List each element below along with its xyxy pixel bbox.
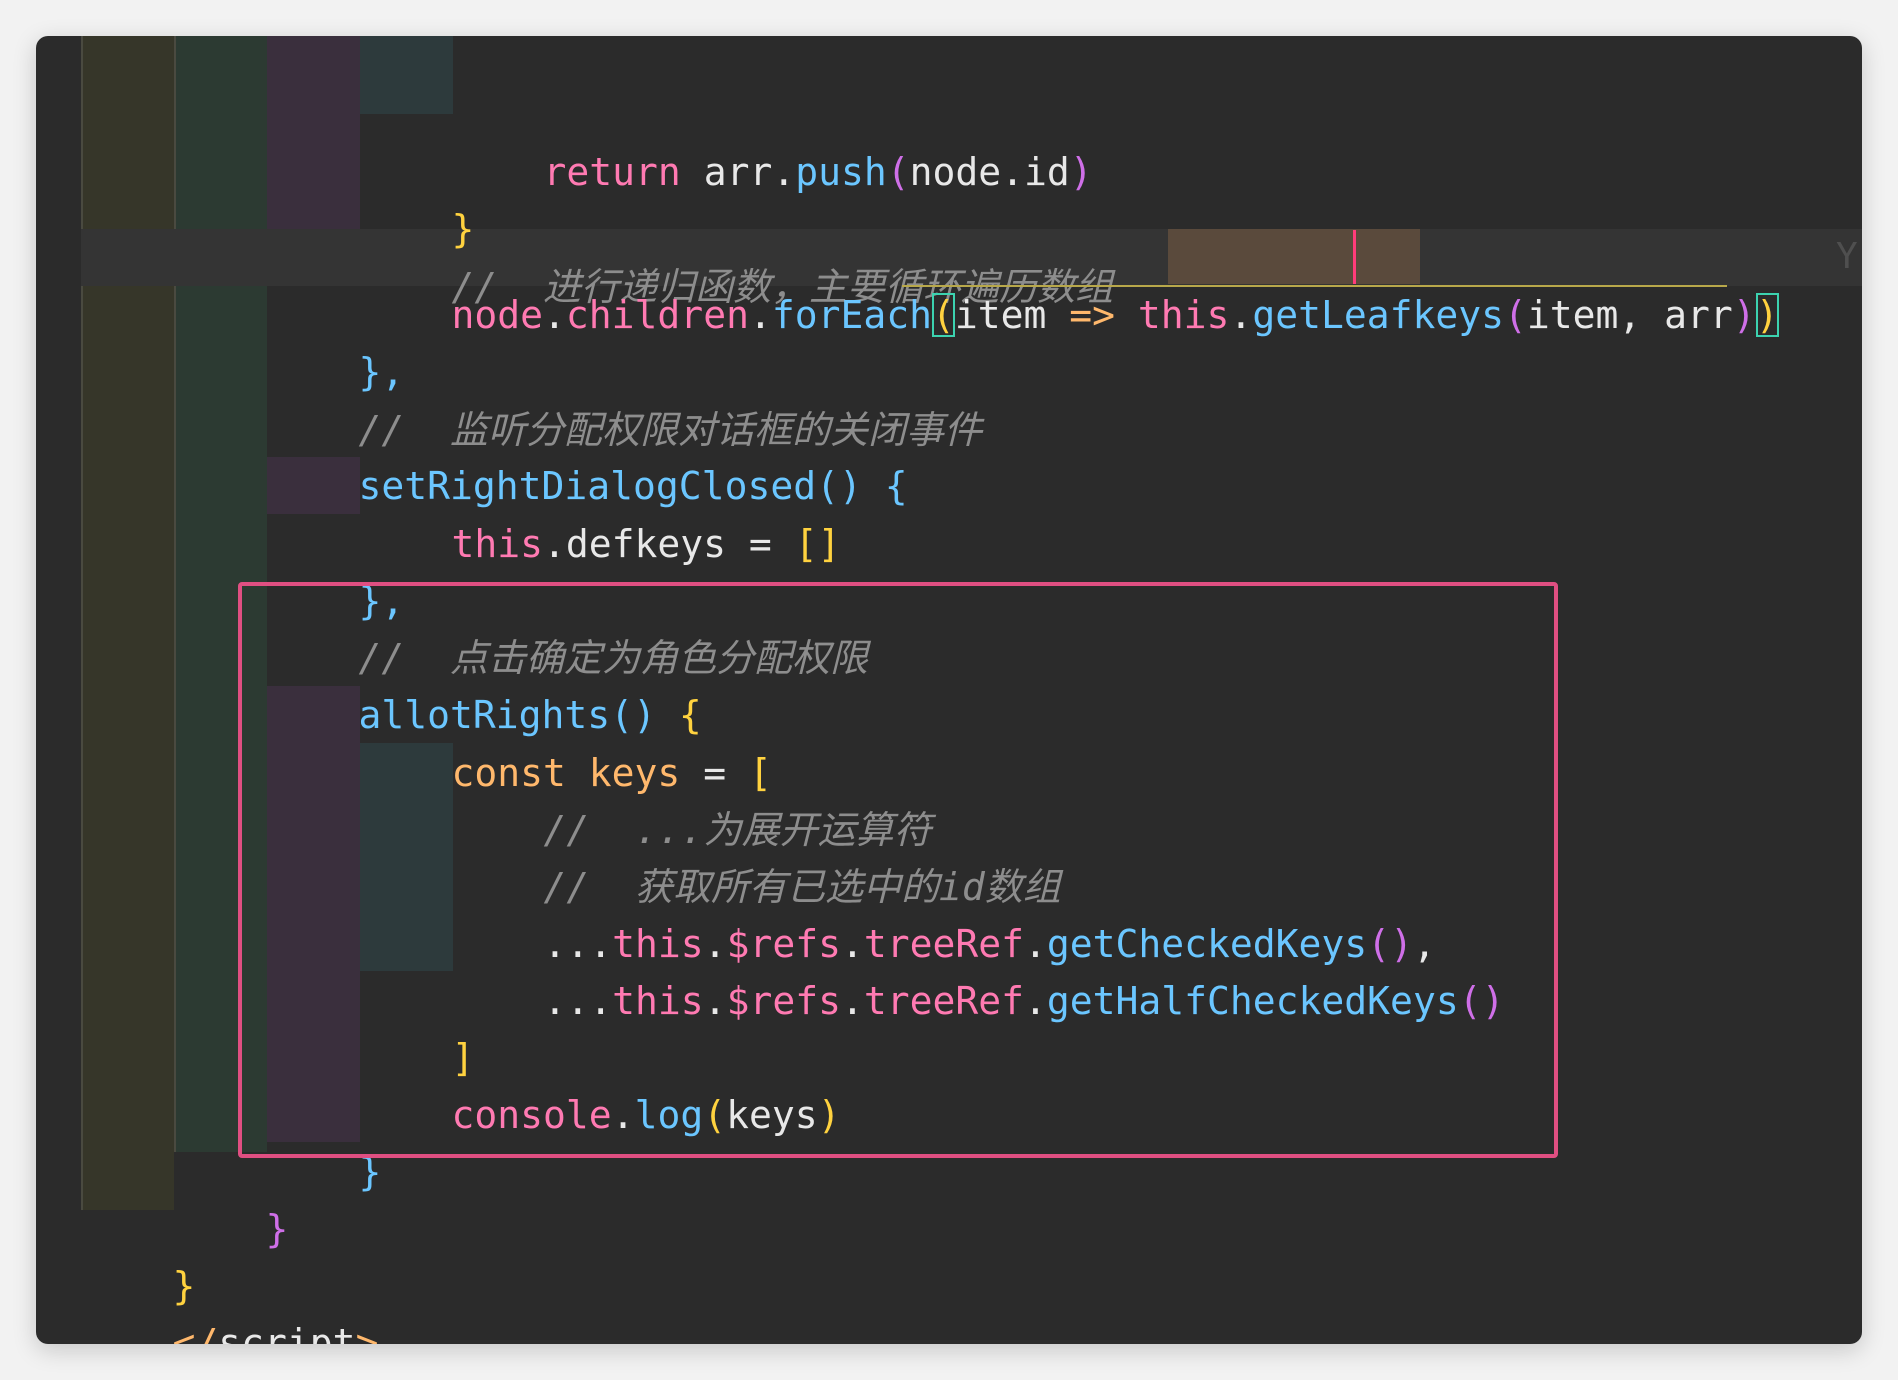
bracket-scope-underline [902, 285, 1727, 287]
text-cursor [1353, 230, 1356, 284]
code-line-active[interactable]: node.children.forEach(item => this.getLe… [360, 228, 1779, 337]
code-line[interactable]: </script> [81, 1256, 379, 1344]
indent-band [360, 36, 453, 114]
code-line[interactable]: } [81, 1199, 196, 1308]
code-line[interactable]: // 监听分配权限对话框的关闭事件 [267, 343, 983, 452]
code-line[interactable]: }, [267, 285, 405, 394]
highlight-annotation-box [238, 582, 1558, 1158]
code-line[interactable]: } [360, 142, 475, 251]
code-line[interactable]: this.defkeys = [] [360, 457, 841, 566]
codelens-hint: Y [1836, 236, 1858, 277]
indent-guide-level-1 [81, 36, 174, 1210]
code-line[interactable]: setRightDialogClosed() { [267, 399, 908, 508]
code-line[interactable]: }, [267, 514, 405, 623]
code-line[interactable]: return arr.push(node.id) [452, 85, 1093, 194]
code-editor[interactable]: Y return arr.push(node.id) } // 进行递归函数，主… [36, 36, 1862, 1344]
